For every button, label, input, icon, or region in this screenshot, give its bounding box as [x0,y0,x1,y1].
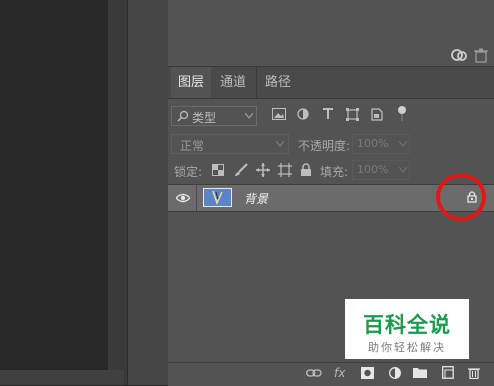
opacity-field[interactable]: 100% [352,134,410,154]
thumbnail-image-icon [212,190,223,206]
tab-channels[interactable]: 通道 [213,67,253,98]
type-filter-icon[interactable] [322,108,334,120]
blend-mode-value: 正常 [180,139,205,153]
filter-kind-dropdown[interactable]: 类型 [171,106,257,126]
watermark-subtitle: 助你轻松解决 [368,341,446,354]
delete-layer-icon[interactable] [468,366,480,379]
layer-thumbnail[interactable] [203,188,232,207]
layer-name[interactable]: 背景 [244,190,268,207]
watermark-title: 百科全说 [363,313,451,337]
highlight-circle [436,173,486,221]
layer-row-divider [196,185,197,211]
upper-panel [168,0,494,67]
pixel-filter-icon[interactable] [272,108,286,120]
link-icon[interactable] [306,368,322,378]
lock-artboard-icon[interactable] [278,163,292,177]
link-layers-icon[interactable] [450,47,470,63]
smart-object-filter-icon[interactable] [371,108,383,121]
eye-visibility-icon[interactable] [176,193,190,203]
shape-filter-icon[interactable] [346,108,359,121]
lock-all-icon[interactable] [300,163,312,177]
new-layer-icon[interactable] [442,366,454,379]
status-strip [0,370,124,385]
chevron-down-icon [399,141,407,147]
lock-transparent-icon[interactable] [212,164,224,176]
chevron-down-icon [399,167,407,173]
fill-label: 填充: [320,165,349,179]
fx-icon[interactable]: fx [334,366,345,380]
panel-dock-column [127,0,169,385]
filter-toggle-icon[interactable] [396,104,408,122]
panel-tabs: 图层 通道 路径 [168,67,494,99]
baike-watermark: 百科全说 助你轻松解决 [345,299,469,359]
filter-kind-label: 类型 [192,111,217,125]
chevron-down-icon [245,113,253,119]
opacity-label: 不透明度: [298,139,351,153]
search-icon [177,110,189,122]
add-mask-icon[interactable] [361,367,374,379]
lock-position-move-icon[interactable] [256,163,270,177]
trash-icon[interactable] [474,48,488,63]
lock-label: 锁定: [174,165,203,179]
tab-layers[interactable]: 图层 [171,67,211,98]
adjustment-filter-icon[interactable] [297,108,309,120]
opacity-value: 100% [357,137,389,150]
chevron-down-icon [276,141,284,147]
tab-paths[interactable]: 路径 [256,67,299,98]
lock-image-brush-icon[interactable] [234,163,248,177]
fill-value: 100% [357,163,389,176]
scroll-column [108,0,127,385]
blend-mode-select[interactable]: 正常 [171,134,289,154]
canvas-area [0,0,108,385]
layers-bottom-toolbar: fx [168,362,494,386]
folder-icon[interactable] [413,366,427,378]
fill-field[interactable]: 100% [352,160,410,180]
adjustment-layer-icon[interactable] [389,367,401,379]
